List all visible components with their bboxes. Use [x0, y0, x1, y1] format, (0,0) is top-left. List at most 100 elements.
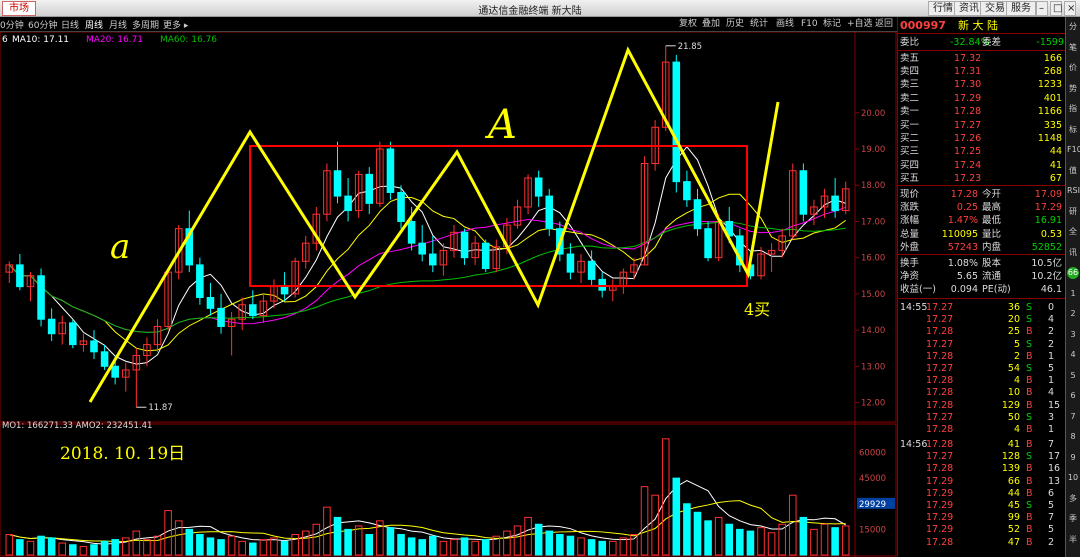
tick-count: 17 — [1048, 451, 1061, 463]
ask-price: 17.28 — [954, 105, 982, 117]
adjust-button[interactable]: 复权 — [676, 18, 700, 31]
sidebar-tab[interactable]: 季 — [1067, 513, 1079, 525]
sidebar-tab[interactable]: 笔 — [1067, 42, 1079, 54]
candle-body — [799, 170, 808, 215]
sidebar-tab[interactable]: 分 — [1067, 21, 1079, 33]
tick-price: 17.28 — [926, 399, 954, 411]
sidebar-tab[interactable]: 标 — [1067, 124, 1079, 136]
sidebar-tab[interactable]: 6 — [1067, 390, 1079, 402]
candle-body — [249, 304, 257, 317]
price-tick-label: 12.00 — [861, 399, 885, 409]
sidebar-tab[interactable]: RSI — [1067, 185, 1080, 197]
tick-side: S — [1026, 451, 1033, 463]
tick-volume: 44 — [1007, 487, 1020, 499]
sidebar-tab[interactable]: 10 — [1067, 472, 1079, 484]
tick-side: B — [1026, 424, 1033, 435]
volume-tick-label: 45000 — [859, 474, 886, 484]
history-button[interactable]: 历史 — [723, 18, 747, 31]
sidebar-tab[interactable]: 全 — [1067, 226, 1079, 238]
big-a-label: A — [484, 102, 517, 148]
stat-value: 17.29 — [1034, 202, 1062, 214]
stat-value: 0.25 — [956, 202, 978, 214]
ask-row: 卖三 17.30 1233 — [898, 78, 1066, 91]
sidebar-tab[interactable]: 势 — [1067, 83, 1079, 95]
period-more[interactable]: 更多 ▸ — [163, 18, 188, 31]
sidebar-tab[interactable]: 价 — [1067, 62, 1079, 74]
stat-label: 流通 — [982, 271, 1002, 283]
tick-row: 17.28 4 B 1 — [898, 423, 1066, 436]
tick-volume: 54 — [1007, 363, 1020, 374]
overlay-button[interactable]: 叠加 — [699, 18, 723, 31]
mark-button[interactable]: 标记 — [820, 18, 844, 31]
volume-bar — [312, 523, 321, 556]
stat-label: 今开 — [982, 189, 1002, 200]
tick-count: 6 — [1048, 487, 1055, 499]
period-multi[interactable]: 多周期 — [132, 18, 159, 31]
volume-bar — [619, 537, 628, 556]
sidebar-tab[interactable]: 1 — [1067, 288, 1079, 300]
tick-price: 17.28 — [926, 326, 954, 338]
period-60min[interactable]: 60分钟 — [28, 18, 57, 31]
sidebar-tab[interactable]: 8 — [1067, 431, 1079, 443]
tick-price: 17.29 — [926, 524, 954, 536]
sidebar-tab[interactable]: 半 — [1067, 534, 1079, 546]
volume-bar — [820, 523, 829, 556]
f10-button[interactable]: F10 — [798, 18, 821, 31]
tick-side: S — [1026, 411, 1033, 423]
draw-button[interactable]: 画线 — [773, 18, 797, 31]
tick-volume: 50 — [1007, 411, 1020, 423]
sidebar-tab[interactable]: 7 — [1067, 411, 1079, 423]
back-button[interactable]: 返回 — [872, 18, 896, 31]
tick-row: 14:56 17.28 41 B 7 — [898, 438, 1066, 451]
bid-volume: 44 — [1049, 146, 1062, 158]
volume-bar — [259, 539, 268, 556]
tick-count: 0 — [1048, 302, 1055, 313]
candle-body — [386, 148, 395, 193]
stock-name: 新 大 陆 — [958, 19, 998, 32]
candle-body — [90, 340, 98, 353]
stat-label: 换手 — [900, 258, 920, 269]
period-daily[interactable]: 日线 — [61, 18, 79, 31]
market-button[interactable]: 市场 — [2, 1, 36, 16]
maximize-icon[interactable]: □ — [1050, 1, 1062, 16]
price-tick-label: 15.00 — [861, 290, 885, 300]
volume-bar — [556, 534, 564, 556]
tick-count: 1 — [1048, 375, 1055, 387]
volume-bar — [344, 528, 352, 556]
stats-button[interactable]: 统计 — [747, 18, 771, 31]
window-title: 通达信金融终端 新大陆 — [478, 6, 582, 17]
period-10min[interactable]: 0分钟 — [0, 18, 24, 31]
sidebar-tab[interactable]: 4 — [1067, 349, 1079, 361]
tick-price: 17.27 — [926, 451, 954, 463]
sidebar-tab[interactable]: 多 — [1067, 493, 1079, 505]
bid-price: 17.24 — [954, 159, 982, 171]
candle-body — [69, 322, 77, 346]
sidebar-tab[interactable]: 2 — [1067, 308, 1079, 320]
period-monthly[interactable]: 月线 — [109, 18, 127, 31]
tick-volume: 99 — [1007, 512, 1020, 524]
stat-row: 收益(一) 0.094 PE(动) 46.1 — [898, 283, 1066, 296]
period-weekly[interactable]: 周线 — [85, 18, 103, 31]
stat-label: 外盘 — [900, 241, 920, 253]
sidebar-tab[interactable]: F10 — [1067, 144, 1080, 156]
close-icon[interactable]: × — [1064, 1, 1076, 16]
bid-row: 买五 17.23 67 — [898, 172, 1066, 185]
volume-bar — [810, 528, 818, 556]
sidebar-tab[interactable]: 3 — [1067, 329, 1079, 341]
sidebar-tab[interactable]: 9 — [1067, 452, 1079, 464]
tick-row: 17.28 129 B 15 — [898, 399, 1066, 412]
sidebar-tab[interactable]: 值 — [1067, 165, 1079, 177]
sidebar-tab[interactable]: 指 — [1067, 103, 1079, 115]
volume-bar — [121, 537, 130, 556]
tick-side: B — [1026, 475, 1033, 487]
sidebar-tab[interactable]: 研 — [1067, 206, 1079, 218]
sidebar-tab[interactable]: 66 — [1067, 267, 1079, 279]
service-menu[interactable]: 服务 — [1006, 1, 1036, 16]
sidebar-tab[interactable]: 讯 — [1067, 247, 1079, 259]
ask-row: 卖五 17.32 166 — [898, 52, 1066, 65]
sidebar-tab[interactable]: 5 — [1067, 370, 1079, 382]
minimize-icon[interactable]: – — [1036, 1, 1048, 16]
tick-price: 17.27 — [926, 363, 954, 374]
kline-chart[interactable]: 6 MA10: 17.11 MA20: 16.71 MA60: 16.76 MO… — [0, 32, 897, 557]
add-watchlist-button[interactable]: +自选 — [844, 18, 876, 31]
